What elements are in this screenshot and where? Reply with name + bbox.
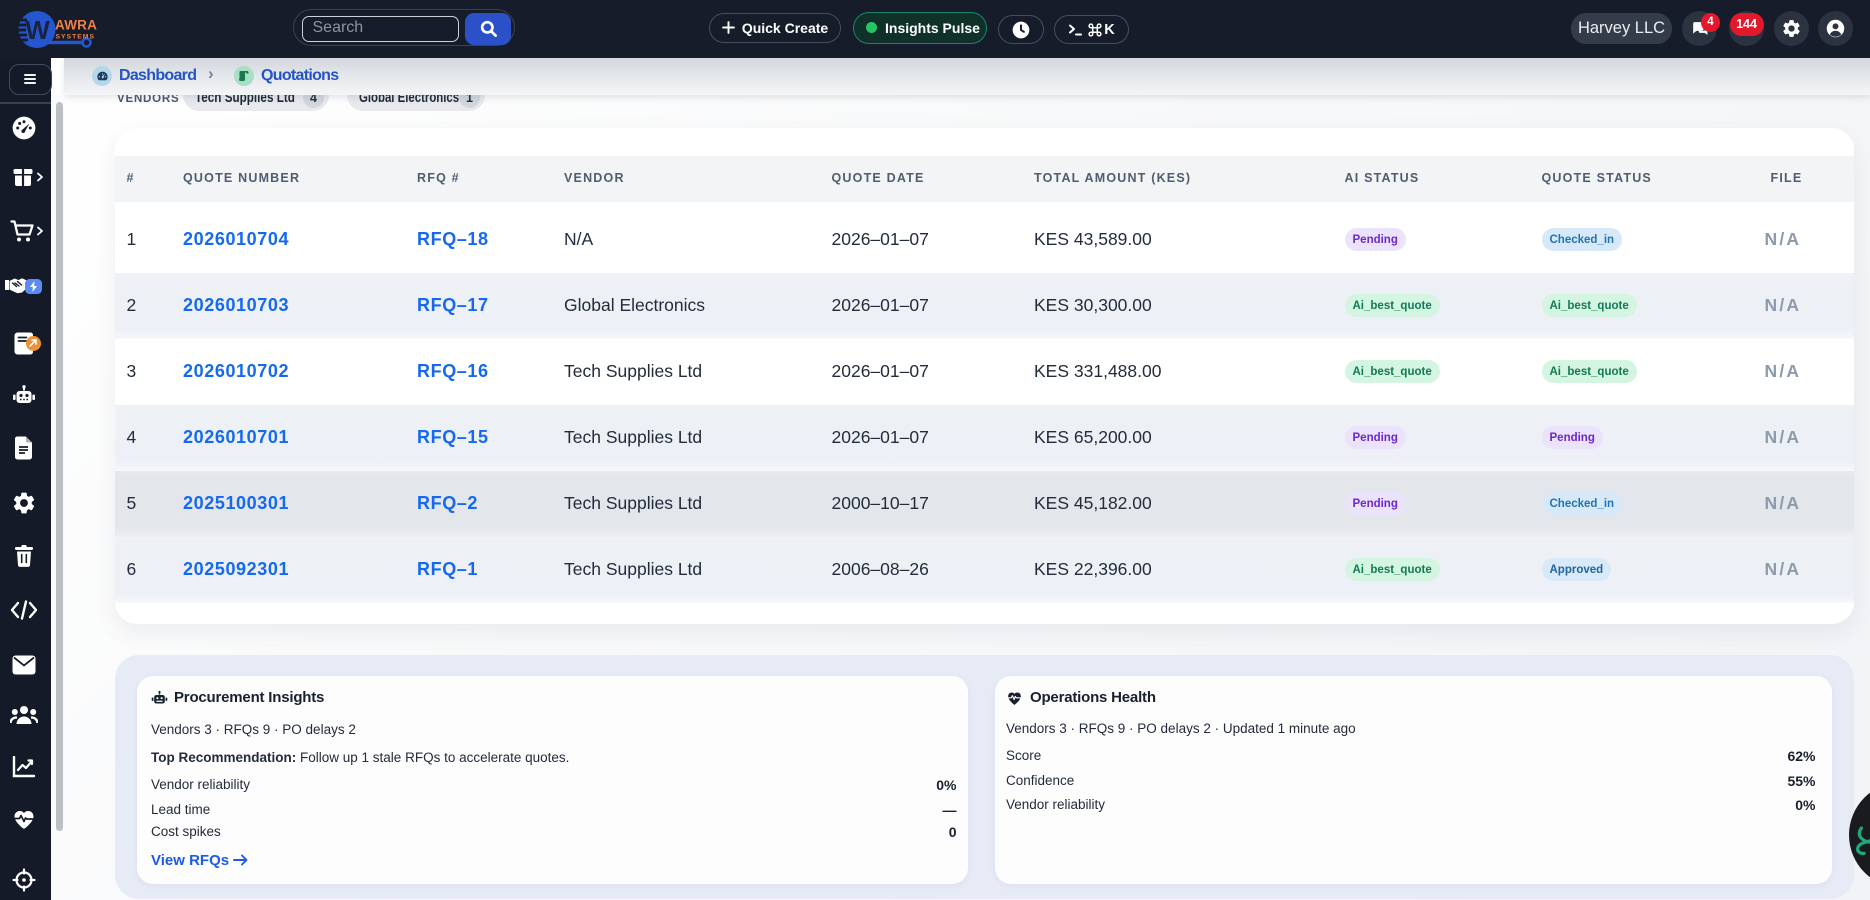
svg-text:SYSTEMS: SYSTEMS xyxy=(56,34,95,41)
svg-text:W: W xyxy=(25,15,50,45)
svg-text:AWRA: AWRA xyxy=(55,18,97,33)
